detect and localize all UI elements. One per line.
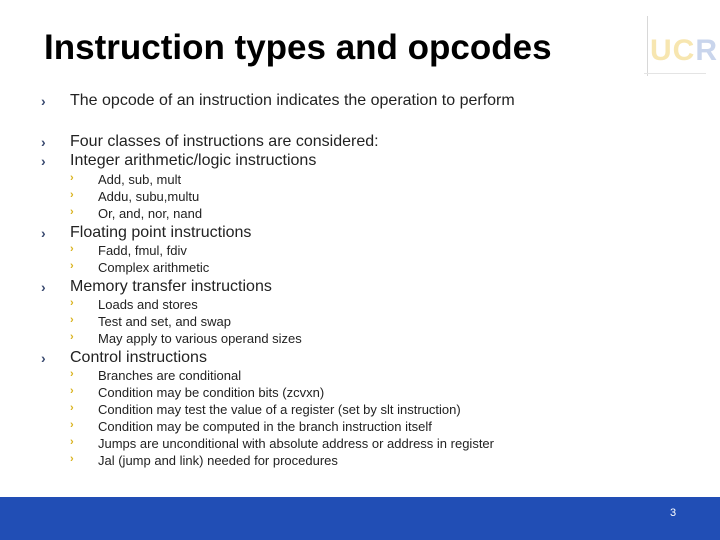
- bullet-text: Fadd, fmul, fdiv: [98, 243, 187, 258]
- chevron-right-icon: ›: [70, 172, 74, 184]
- bullet-text: May apply to various operand sizes: [98, 331, 302, 346]
- logo-divider-vertical: [647, 16, 648, 76]
- chevron-right-icon: ›: [70, 206, 74, 218]
- slide-title: Instruction types and opcodes: [44, 28, 552, 67]
- chevron-right-icon: ›: [70, 314, 74, 326]
- bullet-text: Integer arithmetic/logic instructions: [70, 152, 317, 169]
- chevron-right-icon: ›: [41, 225, 46, 241]
- chevron-right-icon: ›: [70, 260, 74, 272]
- chevron-right-icon: ›: [41, 134, 46, 150]
- bullet-text: Add, sub, mult: [98, 172, 182, 187]
- bullet-text: Complex arithmetic: [98, 260, 210, 275]
- chevron-right-icon: ›: [41, 93, 46, 109]
- bullet-text: Jal (jump and link) needed for procedure…: [98, 453, 338, 468]
- chevron-right-icon: ›: [70, 297, 74, 309]
- bullet-text: Floating point instructions: [70, 224, 252, 241]
- bullet-text: Loads and stores: [98, 297, 198, 312]
- chevron-right-icon: ›: [70, 331, 74, 343]
- bullet-text: Condition may test the value of a regist…: [98, 402, 461, 417]
- logo-letter-u: U: [650, 34, 673, 67]
- logo-letter-c: C: [672, 34, 696, 67]
- chevron-right-icon: ›: [41, 279, 46, 295]
- bullet-text: Addu, subu,multu: [98, 189, 200, 204]
- bullet-text: Test and set, and swap: [98, 314, 231, 329]
- logo-divider-horizontal: [644, 73, 706, 74]
- chevron-right-icon: ›: [70, 402, 74, 414]
- bullet-text: Condition may be condition bits (zcvxn): [98, 385, 325, 400]
- chevron-right-icon: ›: [70, 453, 74, 465]
- page-number: 3: [670, 507, 677, 519]
- bullet-text: Control instructions: [70, 349, 207, 366]
- bullet-text: Four classes of instructions are conside…: [70, 133, 379, 150]
- chevron-right-icon: ›: [70, 436, 74, 448]
- chevron-right-icon: ›: [70, 243, 74, 255]
- bullet-text: Jumps are unconditional with absolute ad…: [98, 436, 494, 451]
- chevron-right-icon: ›: [70, 385, 74, 397]
- chevron-right-icon: ›: [70, 419, 74, 431]
- logo-text: UCR: [650, 34, 718, 68]
- chevron-right-icon: ›: [41, 153, 46, 169]
- bullet-text: Or, and, nor, nand: [98, 206, 203, 221]
- ucr-logo: UCR: [644, 16, 717, 78]
- chevron-right-icon: ›: [41, 350, 46, 366]
- chevron-right-icon: ›: [70, 189, 74, 201]
- bullet-text: Memory transfer instructions: [70, 278, 272, 295]
- logo-letter-r: R: [695, 34, 719, 67]
- bullet-text: Branches are conditional: [98, 368, 242, 383]
- bullet-text: Condition may be computed in the branch …: [98, 419, 432, 434]
- footer-bar: 3: [0, 497, 720, 540]
- chevron-right-icon: ›: [70, 368, 74, 380]
- bullet-text: The opcode of an instruction indicates t…: [70, 92, 515, 109]
